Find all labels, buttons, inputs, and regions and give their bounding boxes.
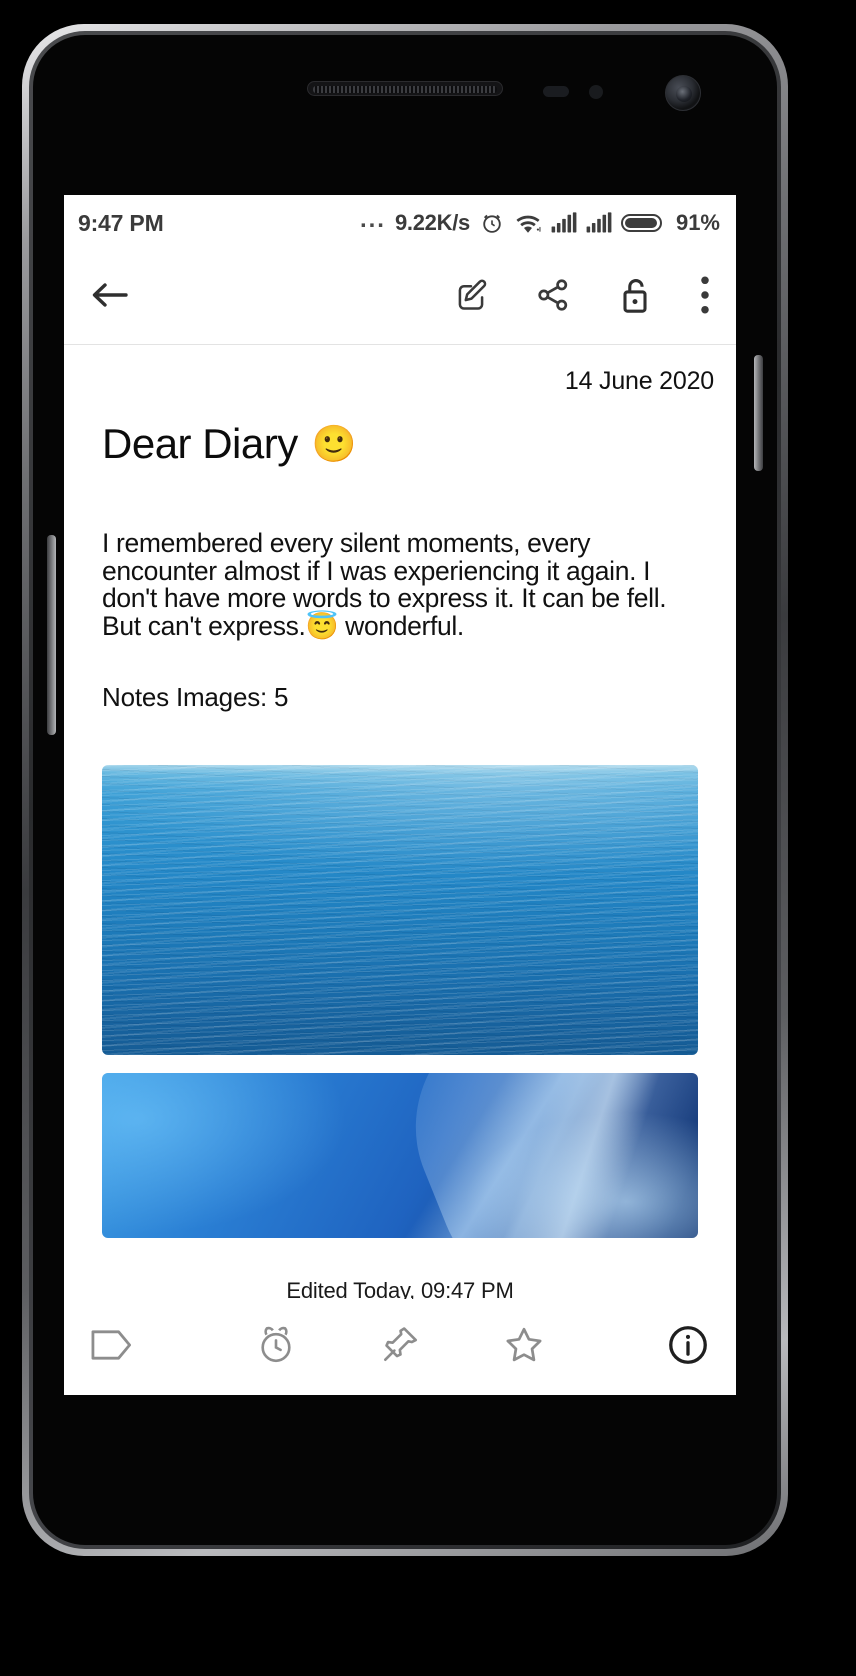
note-body-line: But can't express.😇 wonderful. <box>102 610 464 641</box>
screenshot-root: 9:47 PM ... 9.22K/s 91% 14 June 2020 Dea… <box>0 0 856 1676</box>
reminder-button[interactable] <box>214 1324 338 1371</box>
note-body-line: I remembered every silent moments, every <box>102 528 591 558</box>
phone-bottom-hardware <box>33 1409 777 1519</box>
pin-button[interactable] <box>338 1324 462 1371</box>
overflow-menu-icon <box>698 275 712 320</box>
power-button[interactable] <box>754 355 763 471</box>
note-content: 14 June 2020 Dear Diary 🙂 I remembered e… <box>64 345 736 1305</box>
more-options-button[interactable] <box>698 275 712 320</box>
proximity-sensor-icon <box>543 86 569 97</box>
light-sensor-icon <box>589 85 603 99</box>
note-body-text[interactable]: I remembered every silent moments, every… <box>64 468 736 640</box>
battery-icon <box>620 211 665 235</box>
note-body-line: encounter almost if I was experiencing i… <box>102 555 651 586</box>
share-nodes-icon <box>534 276 572 319</box>
status-bar-dots: ... <box>359 206 386 233</box>
note-bottom-bar <box>64 1299 736 1395</box>
favorite-button[interactable] <box>462 1323 586 1372</box>
edit-button[interactable] <box>452 276 490 319</box>
status-bar: 9:47 PM ... 9.22K/s 91% <box>64 195 736 251</box>
share-button[interactable] <box>534 276 572 319</box>
status-bar-time: 9:47 PM <box>78 209 164 236</box>
star-outline-icon <box>502 1323 546 1372</box>
edit-square-pencil-icon <box>452 276 490 319</box>
back-arrow-icon <box>88 278 132 317</box>
blue-abstract-wallpaper <box>102 1073 698 1239</box>
note-image-list <box>64 713 736 1239</box>
info-button[interactable] <box>586 1323 710 1372</box>
notes-images-count-label: Notes Images: 5 <box>102 682 289 713</box>
wifi-icon <box>514 211 542 235</box>
pushpin-icon <box>379 1324 421 1371</box>
info-circle-icon <box>666 1323 710 1372</box>
note-title-text: Dear Diary <box>102 420 298 467</box>
note-date: 14 June 2020 <box>564 367 714 395</box>
phone-top-hardware <box>33 61 777 125</box>
note-body-line: don't have more words to express it. It … <box>102 583 667 614</box>
note-image-blue-abstract-wallpaper[interactable] <box>102 1073 698 1239</box>
lock-button[interactable] <box>616 275 654 320</box>
alarm-clock-icon <box>255 1324 297 1371</box>
front-camera-icon <box>665 75 701 111</box>
signal-sim2-icon <box>586 212 612 234</box>
tag-button[interactable] <box>90 1328 214 1367</box>
volume-button[interactable] <box>47 535 56 735</box>
network-speed-label: 9.22K/s <box>394 210 470 235</box>
edited-timestamp: Edited Today, 09:47 PM <box>286 1278 514 1304</box>
unlock-padlock-icon <box>616 275 654 320</box>
battery-percent-label: 91% <box>675 210 720 235</box>
status-bar-right-cluster: ... 9.22K/s 91% <box>359 206 720 236</box>
tag-label-icon <box>90 1328 134 1367</box>
phone-screen: 9:47 PM ... 9.22K/s 91% 14 June 2020 Dea… <box>64 195 736 1395</box>
app-toolbar <box>64 251 736 345</box>
signal-sim1-icon <box>551 212 577 234</box>
note-image-ocean-water-photo[interactable] <box>102 765 698 1056</box>
earpiece-speaker-icon <box>307 81 503 96</box>
ocean-water-photo <box>102 765 698 1056</box>
back-button[interactable] <box>88 278 132 317</box>
alarm-clock-icon <box>479 210 505 236</box>
slightly-smiling-face-emoji-icon: 🙂 <box>311 423 357 464</box>
toolbar-actions <box>452 275 712 320</box>
note-title-row[interactable]: Dear Diary 🙂 <box>64 396 736 468</box>
